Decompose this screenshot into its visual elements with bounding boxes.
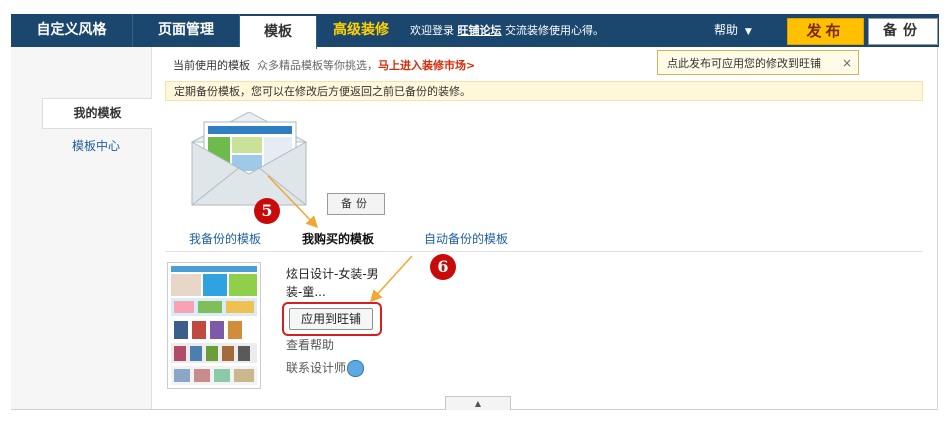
tab-page-management[interactable]: 页面管理 xyxy=(133,14,240,47)
current-template-hint: 众多精品模板等你挑选， xyxy=(257,59,378,72)
tab-templates[interactable]: 模板 xyxy=(240,16,317,49)
divider xyxy=(165,251,923,252)
chevron-down-icon: ▼ xyxy=(744,27,752,37)
view-help-link[interactable]: 查看帮助 xyxy=(286,336,334,353)
help-label: 帮助 xyxy=(714,23,739,37)
backup-notice: 定期备份模板，您可以在修改后方便返回之前已备份的装修。 xyxy=(165,81,923,101)
chat-bubble-icon[interactable] xyxy=(347,360,364,377)
backup-button[interactable]: 备份 xyxy=(327,193,385,215)
forum-link[interactable]: 旺铺论坛 xyxy=(458,24,502,37)
step-badge-6: 6 xyxy=(430,254,456,280)
arrow-up-icon[interactable]: ▲ xyxy=(445,396,511,410)
market-link[interactable]: 马上进入装修市场> xyxy=(378,59,475,72)
welcome-suffix: 交流装修使用心得。 xyxy=(505,24,604,37)
thumbnail-image xyxy=(168,263,260,388)
help-menu[interactable]: 帮助 ▼ xyxy=(714,14,752,47)
template-title: 炫日设计-女装-男装-童... xyxy=(286,267,379,299)
backup-top-button[interactable]: 备份 xyxy=(868,18,938,45)
sidebar-item-my-templates[interactable]: 我的模板 xyxy=(42,98,152,129)
tab-advanced-decoration[interactable]: 高级装修 xyxy=(317,14,405,47)
tab-custom-style[interactable]: 自定义风格 xyxy=(11,14,133,47)
subtab-purchased[interactable]: 我购买的模板 xyxy=(302,230,374,247)
publish-button[interactable]: 发布 xyxy=(787,18,864,45)
sidebar-item-template-center[interactable]: 模板中心 xyxy=(42,136,150,156)
contact-designer-link[interactable]: 联系设计师 xyxy=(286,359,346,376)
publish-tooltip: 点此发布可应用您的修改到旺铺 × xyxy=(657,50,859,75)
top-nav-bar: 自定义风格 页面管理 模板 高级装修 欢迎登录 旺铺论坛 交流装修使用心得。 帮… xyxy=(11,14,939,49)
envelope-icon xyxy=(191,112,307,206)
subtab-auto-backups[interactable]: 自动备份的模板 xyxy=(424,230,508,247)
close-icon[interactable]: × xyxy=(842,51,852,76)
welcome-text: 欢迎登录 旺铺论坛 交流装修使用心得。 xyxy=(410,14,604,47)
welcome-prefix: 欢迎登录 xyxy=(410,24,454,37)
current-template-label: 当前使用的模板 xyxy=(173,59,250,72)
template-thumbnail[interactable] xyxy=(167,262,261,389)
tooltip-text: 点此发布可应用您的修改到旺铺 xyxy=(667,57,821,70)
step-badge-5: 5 xyxy=(254,198,280,224)
apply-to-shop-button[interactable]: 应用到旺铺 xyxy=(289,308,373,330)
current-template-line: 当前使用的模板 众多精品模板等你挑选，马上进入装修市场> xyxy=(173,57,475,73)
subtab-my-backups[interactable]: 我备份的模板 xyxy=(189,230,261,247)
